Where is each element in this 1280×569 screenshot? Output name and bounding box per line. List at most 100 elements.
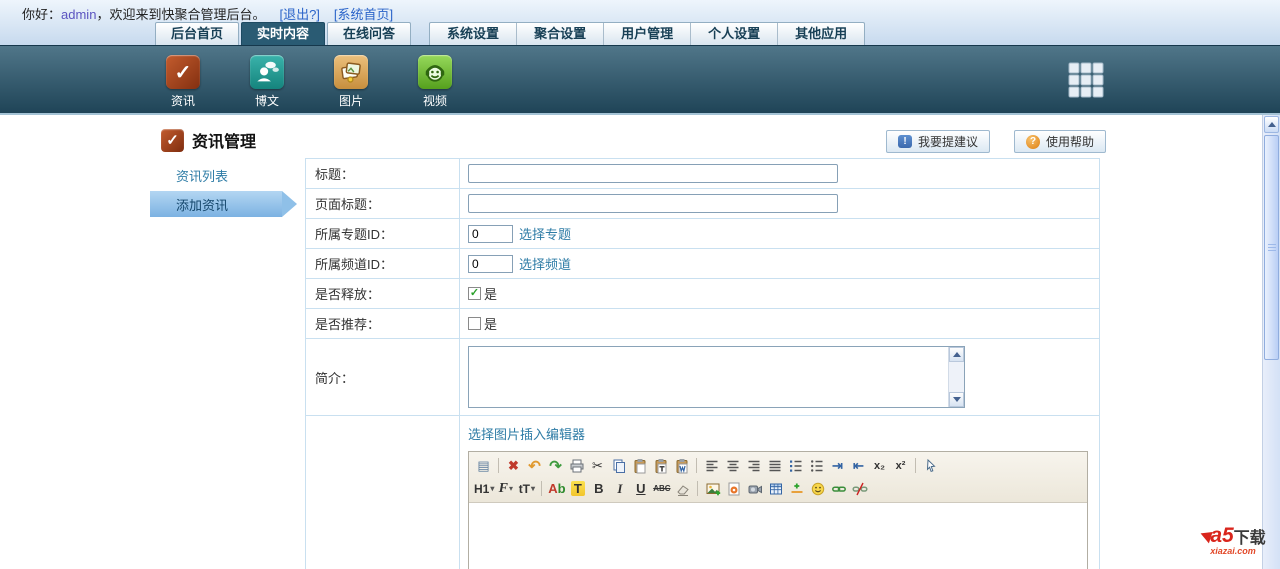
align-right-icon[interactable] bbox=[743, 456, 764, 476]
paste-text-icon[interactable] bbox=[650, 456, 671, 476]
eraser-icon[interactable] bbox=[672, 479, 693, 499]
copy-icon[interactable] bbox=[608, 456, 629, 476]
subscript-icon[interactable]: x₂ bbox=[869, 456, 890, 476]
form-row-editor: 选择图片插入编辑器 ▤ ✖ ↶ ↷ ✂ ⇥ ⇤ x₂ x² H1 ▾ F ▾ t… bbox=[306, 416, 1099, 569]
insert-image-icon[interactable] bbox=[702, 479, 723, 499]
title-input[interactable] bbox=[468, 164, 838, 183]
italic-icon[interactable]: I bbox=[609, 479, 630, 499]
paste-word-icon[interactable] bbox=[671, 456, 692, 476]
insert-flash-icon[interactable] bbox=[723, 479, 744, 499]
indent-icon[interactable]: ⇥ bbox=[827, 456, 848, 476]
strikethrough-icon[interactable]: ABC bbox=[651, 479, 672, 499]
link-icon[interactable] bbox=[828, 479, 849, 499]
intro-scroll-up-icon[interactable] bbox=[949, 347, 964, 362]
suggest-button[interactable]: ! 我要提建议 bbox=[886, 130, 991, 153]
topic-id-input[interactable] bbox=[468, 224, 513, 243]
paste-icon[interactable] bbox=[629, 456, 650, 476]
sidebar-item-add-news-label: 添加资讯 bbox=[176, 197, 229, 213]
recommend-option-label: 是 bbox=[484, 317, 498, 332]
watermark-word: 下载 bbox=[1233, 530, 1266, 547]
watermark-brand: a5 bbox=[1210, 524, 1234, 547]
text-color-icon[interactable]: Ab bbox=[546, 479, 567, 499]
logout-link[interactable]: [退出?] bbox=[279, 7, 319, 22]
release-label: 是否释放： bbox=[306, 279, 460, 308]
app-news[interactable]: ✓ 资讯 bbox=[141, 55, 225, 109]
editor-content-area[interactable] bbox=[469, 503, 1087, 569]
tab-other-apps[interactable]: 其他应用 bbox=[777, 23, 864, 45]
print-icon[interactable] bbox=[566, 456, 587, 476]
source-icon[interactable]: ▤ bbox=[473, 456, 494, 476]
intro-scroll-down-icon[interactable] bbox=[949, 392, 964, 407]
page-scrollbar[interactable] bbox=[1262, 115, 1280, 569]
news-form: 标题： 页面标题： 所属专题ID： 选择专题 所属频道ID： 选择频道 bbox=[305, 158, 1100, 569]
align-left-icon[interactable] bbox=[701, 456, 722, 476]
tab-user-management[interactable]: 用户管理 bbox=[603, 23, 690, 45]
emoticon-icon[interactable] bbox=[807, 479, 828, 499]
undo-icon[interactable]: ↶ bbox=[524, 456, 545, 476]
form-row-page-title: 页面标题： bbox=[306, 189, 1099, 219]
sidebar-item-news-list[interactable]: 资讯列表 bbox=[176, 166, 228, 185]
intro-scrollbar[interactable] bbox=[948, 347, 964, 407]
select-topic-link[interactable]: 选择专题 bbox=[519, 224, 571, 243]
insert-image-to-editor-link[interactable]: 选择图片插入编辑器 bbox=[468, 424, 585, 443]
insert-hr-icon[interactable] bbox=[786, 479, 807, 499]
select-channel-link[interactable]: 选择频道 bbox=[519, 254, 571, 273]
video-app-icon bbox=[418, 55, 452, 89]
top-bar: 你好：admin，欢迎来到快聚合管理后台。 [退出?] [系统首页] 后台首页 实时… bbox=[0, 0, 1280, 45]
a5-watermark: a5 下载 xiazai.com bbox=[1190, 524, 1276, 556]
tab-backend-home[interactable]: 后台首页 bbox=[155, 22, 240, 45]
username: admin bbox=[61, 7, 97, 22]
tab-realtime-content[interactable]: 实时内容 bbox=[241, 22, 326, 45]
tab-online-qa[interactable]: 在线问答 bbox=[327, 22, 412, 45]
system-home-link[interactable]: [系统首页] bbox=[334, 7, 393, 22]
insert-table-icon[interactable] bbox=[765, 479, 786, 499]
editor-toolbar-row2: H1 ▾ F ▾ tT ▾ Ab T B I U ABC bbox=[473, 477, 1083, 500]
align-justify-icon[interactable] bbox=[764, 456, 785, 476]
release-checkbox-checked[interactable]: ✓ bbox=[468, 287, 481, 300]
greeting: 你好：admin，欢迎来到快聚合管理后台。 [退出?] [系统首页] bbox=[22, 4, 393, 23]
ordered-list-icon[interactable] bbox=[785, 456, 806, 476]
recommend-checkbox-unchecked[interactable] bbox=[468, 317, 481, 330]
scroll-up-icon[interactable] bbox=[1264, 116, 1279, 133]
tab-personal-settings[interactable]: 个人设置 bbox=[690, 23, 777, 45]
underline-icon[interactable]: U bbox=[630, 479, 651, 499]
apps-grid-icon[interactable] bbox=[1068, 62, 1104, 98]
cut-icon[interactable]: ✂ bbox=[587, 456, 608, 476]
app-image[interactable]: 图片 bbox=[309, 55, 393, 109]
recommend-label: 是否推荐： bbox=[306, 309, 460, 338]
admin-screen: 你好：admin，欢迎来到快聚合管理后台。 [退出?] [系统首页] 后台首页 实时… bbox=[0, 0, 1280, 569]
nav-group-secondary: 系统设置 聚合设置 用户管理 个人设置 其他应用 bbox=[429, 22, 866, 45]
greeting-prefix: 你好： bbox=[22, 7, 62, 22]
bg-color-icon[interactable]: T bbox=[567, 479, 588, 499]
heading-select[interactable]: H1 ▾ bbox=[473, 479, 495, 499]
outdent-icon[interactable]: ⇤ bbox=[848, 456, 869, 476]
redo-icon[interactable]: ↷ bbox=[545, 456, 566, 476]
channel-id-input[interactable] bbox=[468, 254, 513, 273]
insert-video-icon[interactable] bbox=[744, 479, 765, 499]
title-label: 标题： bbox=[306, 159, 460, 188]
unordered-list-icon[interactable] bbox=[806, 456, 827, 476]
align-center-icon[interactable] bbox=[722, 456, 743, 476]
app-blog[interactable]: 博文 bbox=[225, 55, 309, 109]
app-video[interactable]: 视频 bbox=[393, 55, 477, 109]
intro-textarea[interactable] bbox=[468, 346, 965, 408]
page-title-input[interactable] bbox=[468, 194, 838, 213]
superscript-icon[interactable]: x² bbox=[890, 456, 911, 476]
font-select[interactable]: F ▾ bbox=[495, 479, 516, 499]
form-row-recommend: 是否推荐： 是 bbox=[306, 309, 1099, 339]
fontsize-select[interactable]: tT ▾ bbox=[516, 479, 537, 499]
page-title: ✓ 资讯管理 bbox=[161, 128, 256, 152]
help-icon: ? bbox=[1026, 134, 1041, 149]
app-image-label: 图片 bbox=[338, 94, 363, 108]
pointer-icon[interactable] bbox=[920, 456, 941, 476]
help-button[interactable]: ? 使用帮助 bbox=[1014, 130, 1107, 153]
blog-icon bbox=[250, 55, 284, 89]
fullscreen-icon[interactable]: ✖ bbox=[503, 456, 524, 476]
sidebar-item-add-news[interactable]: 添加资讯 bbox=[150, 191, 297, 217]
tab-system-settings[interactable]: 系统设置 bbox=[430, 23, 516, 45]
unlink-icon[interactable] bbox=[849, 479, 870, 499]
form-row-title: 标题： bbox=[306, 159, 1099, 189]
scrollbar-thumb[interactable] bbox=[1264, 135, 1279, 360]
bold-icon[interactable]: B bbox=[588, 479, 609, 499]
tab-aggregation-settings[interactable]: 聚合设置 bbox=[516, 23, 603, 45]
